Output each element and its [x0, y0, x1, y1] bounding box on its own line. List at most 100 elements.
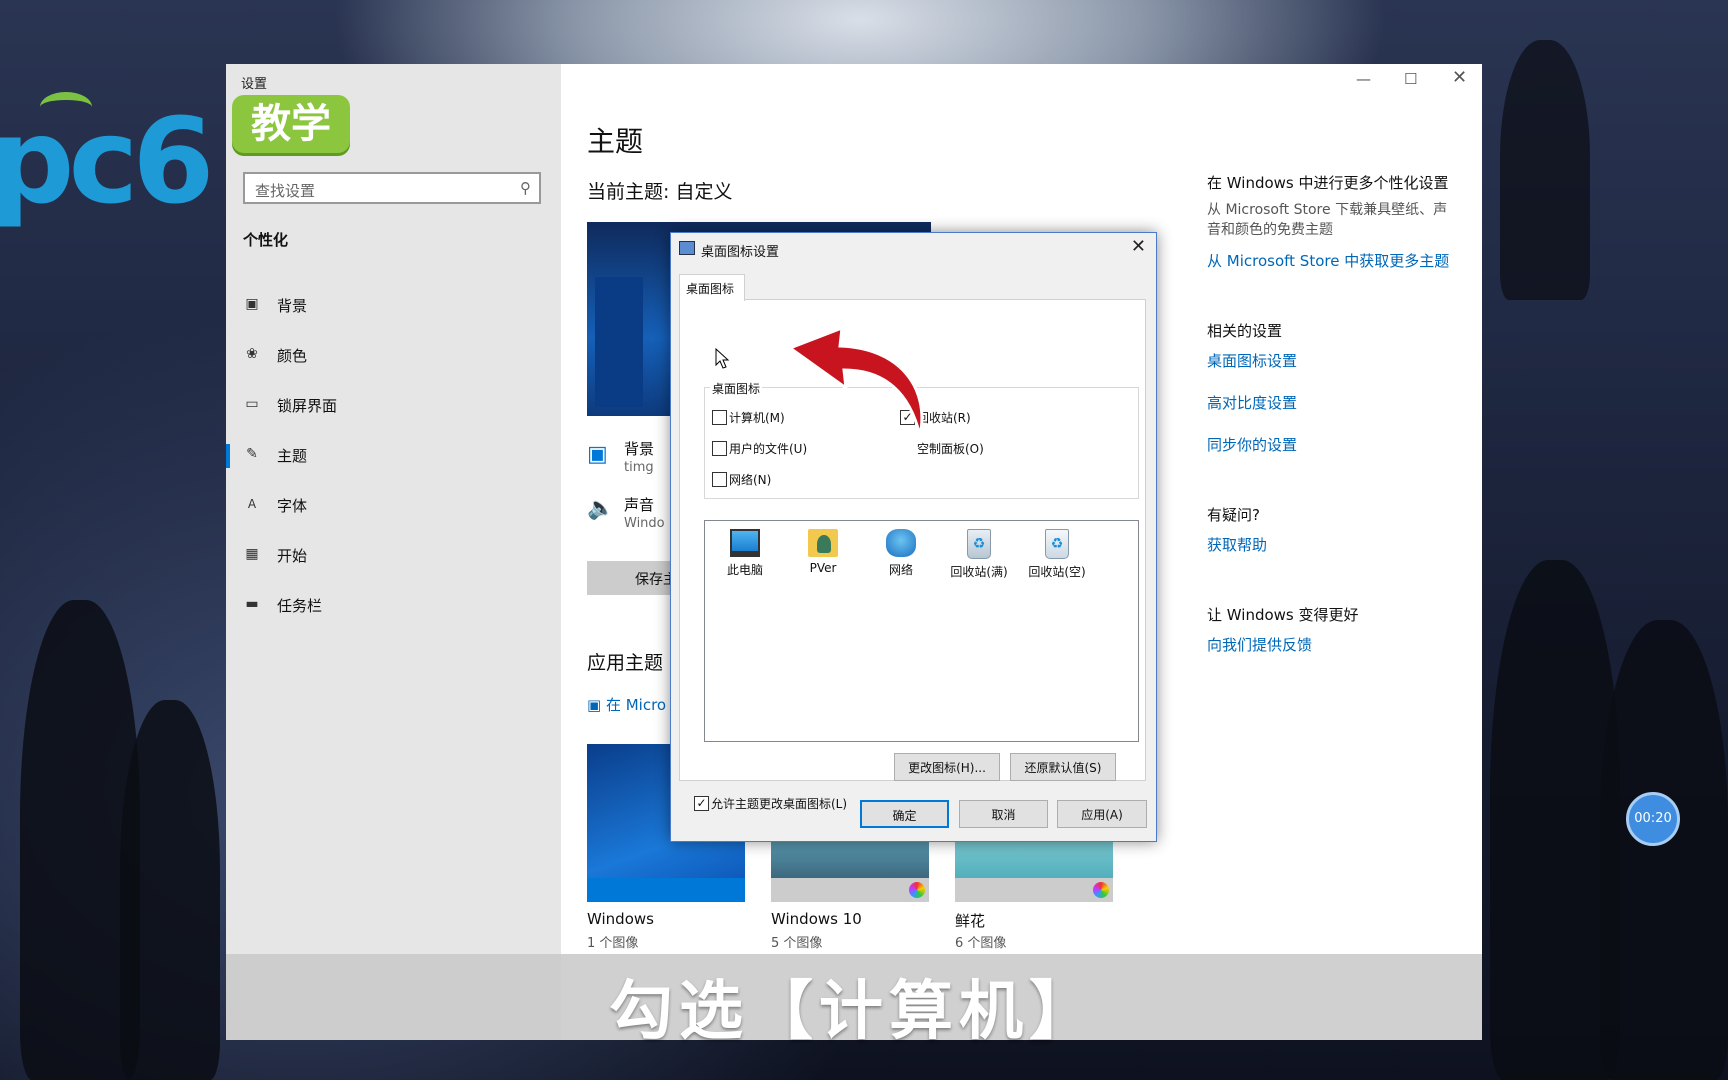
background-figure [120, 700, 220, 1080]
window-title: 设置 [241, 77, 268, 92]
icon-item-this-pc[interactable]: 此电脑 [715, 529, 775, 578]
sync-settings-link[interactable]: 同步你的设置 [1207, 434, 1297, 455]
recycle-bin-empty-icon: ♻ [1045, 529, 1069, 559]
theme-brush-icon: ✎ [246, 446, 258, 462]
high-contrast-link[interactable]: 高对比度设置 [1207, 392, 1297, 413]
sound-setting-value: Windo [624, 516, 665, 531]
background-figure [1600, 620, 1728, 1080]
sidebar-item-themes[interactable]: ✎ 主题 [226, 436, 561, 476]
search-placeholder: 查找设置 [255, 182, 316, 200]
theme-image-count: 5 个图像 [771, 936, 823, 951]
dialog-title: 桌面图标设置 [701, 245, 780, 260]
sidebar-item-background[interactable]: ▣ 背景 [226, 286, 561, 326]
improve-windows-heading: 让 Windows 变得更好 [1207, 606, 1359, 624]
close-icon[interactable]: ✕ [1131, 236, 1146, 257]
store-link[interactable]: ▣ 在 Micro [587, 694, 666, 715]
store-icon: ▣ [587, 696, 606, 714]
page-title: 主题 [587, 125, 644, 158]
theme-color-strip [955, 878, 1113, 902]
sidebar-item-label: 任务栏 [277, 597, 323, 615]
allow-themes-label[interactable]: 允许主题更改桌面图标(L) [711, 795, 847, 812]
tab-label: 桌面图标 [686, 282, 735, 296]
sidebar-item-colors[interactable]: ❀ 颜色 [226, 336, 561, 376]
background-figure [1500, 40, 1590, 300]
subtitle-bar: 勾选【计算机】 [226, 954, 1482, 1049]
sidebar-item-fonts[interactable]: A 字体 [226, 486, 561, 526]
picture-icon: ▣ [245, 296, 259, 312]
theme-image-count: 1 个图像 [587, 936, 639, 951]
section-title: 个性化 [243, 231, 289, 249]
icon-item-network[interactable]: 网络 [871, 529, 931, 578]
logo-leaf-icon [40, 92, 92, 122]
search-icon[interactable]: ⚲ [520, 179, 531, 197]
more-personalization-heading: 在 Windows 中进行更多个性化设置 [1207, 174, 1449, 192]
search-input[interactable]: 查找设置 ⚲ [243, 172, 541, 204]
computer-icon [730, 529, 760, 557]
icon-item-label: 网络 [888, 563, 913, 577]
background-setting-value: timg [624, 460, 654, 475]
close-icon[interactable]: ✕ [1452, 67, 1467, 88]
sidebar-item-lockscreen[interactable]: ▭ 锁屏界面 [226, 386, 561, 426]
maximize-icon[interactable]: ☐ [1404, 70, 1417, 88]
icon-item-label: 回收站(满) [950, 565, 1008, 579]
color-wheel-icon [1093, 882, 1109, 898]
save-theme-button[interactable]: 保存主 [587, 561, 677, 595]
feedback-link[interactable]: 向我们提供反馈 [1207, 634, 1312, 655]
sidebar-item-label: 字体 [277, 497, 308, 515]
sidebar: 设置 查找设置 ⚲ 个性化 ▣ 背景 ❀ 颜色 ▭ 锁屏界面 ✎ 主题 A 字体… [226, 64, 561, 1040]
icon-list[interactable]: 此电脑 PVer 网络 ♻ 回收站(满) ♻ 回收站(空) [704, 520, 1139, 742]
theme-name: Windows 10 [771, 910, 862, 928]
tab-desktop-icons[interactable]: 桌面图标 [679, 274, 745, 301]
store-link-text: 在 Micro [605, 696, 667, 714]
cancel-button[interactable]: 取消 [959, 800, 1048, 828]
desktop-icon-settings-link[interactable]: 桌面图标设置 [1207, 350, 1297, 371]
ok-button[interactable]: 确定 [860, 800, 949, 828]
icon-item-label: PVer [809, 561, 837, 575]
user-files-checkbox[interactable] [712, 441, 727, 456]
theme-color-strip [587, 878, 745, 902]
background-setting-label[interactable]: 背景 [624, 438, 654, 459]
mouse-cursor-icon [715, 348, 730, 369]
more-personalization-desc: 从 Microsoft Store 下载兼具壁纸、声音和颜色的免费主题 [1207, 202, 1448, 238]
icon-item-label: 回收站(空) [1028, 565, 1086, 579]
tutorial-arrow-icon [786, 325, 924, 437]
related-settings-heading: 相关的设置 [1207, 322, 1283, 340]
timer-badge: 00:20 [1626, 792, 1680, 846]
speaker-icon: 🔈 [587, 496, 615, 521]
sound-setting-label[interactable]: 声音 [624, 494, 654, 515]
theme-color-strip [771, 878, 929, 902]
get-help-link[interactable]: 获取帮助 [1207, 534, 1267, 555]
allow-themes-checkbox[interactable]: ✓ [694, 796, 709, 811]
restore-default-button[interactable]: 还原默认值(S) [1010, 753, 1116, 781]
pc6-logo: pc6 [0, 92, 215, 230]
network-checkbox[interactable] [712, 472, 727, 487]
theme-name: 鲜花 [955, 912, 986, 930]
apply-button[interactable]: 应用(A) [1057, 800, 1147, 828]
current-theme-label: 当前主题: 自定义 [587, 181, 733, 203]
network-icon [886, 529, 916, 557]
change-icon-button[interactable]: 更改图标(H)... [894, 753, 1000, 781]
sidebar-item-taskbar[interactable]: ▬ 任务栏 [226, 586, 561, 626]
color-wheel-icon [909, 882, 925, 898]
palette-icon: ❀ [246, 346, 258, 362]
picture-icon: ▣ [587, 442, 608, 467]
network-checkbox-label[interactable]: 网络(N) [729, 471, 771, 488]
sidebar-item-label: 背景 [277, 297, 308, 315]
theme-name: Windows [587, 910, 654, 928]
teaching-badge: 教学 [232, 95, 350, 153]
minimize-icon[interactable]: — [1356, 70, 1371, 88]
question-heading: 有疑问? [1207, 506, 1260, 524]
user-folder-icon [808, 529, 838, 557]
icon-item-recycle-full[interactable]: ♻ 回收站(满) [949, 529, 1009, 580]
sidebar-item-start[interactable]: ▦ 开始 [226, 536, 561, 576]
lockscreen-icon: ▭ [245, 396, 259, 412]
sidebar-item-label: 开始 [277, 547, 308, 565]
icon-item-user[interactable]: PVer [793, 529, 853, 575]
icon-item-recycle-empty[interactable]: ♻ 回收站(空) [1027, 529, 1087, 580]
dialog-app-icon [679, 241, 695, 255]
subtitle-text: 勾选【计算机】 [609, 975, 1099, 1049]
get-more-themes-link[interactable]: 从 Microsoft Store 中获取更多主题 [1207, 250, 1449, 271]
computer-checkbox[interactable] [712, 410, 727, 425]
apply-theme-heading: 应用主题 [587, 652, 664, 674]
sidebar-item-label: 锁屏界面 [277, 397, 338, 415]
